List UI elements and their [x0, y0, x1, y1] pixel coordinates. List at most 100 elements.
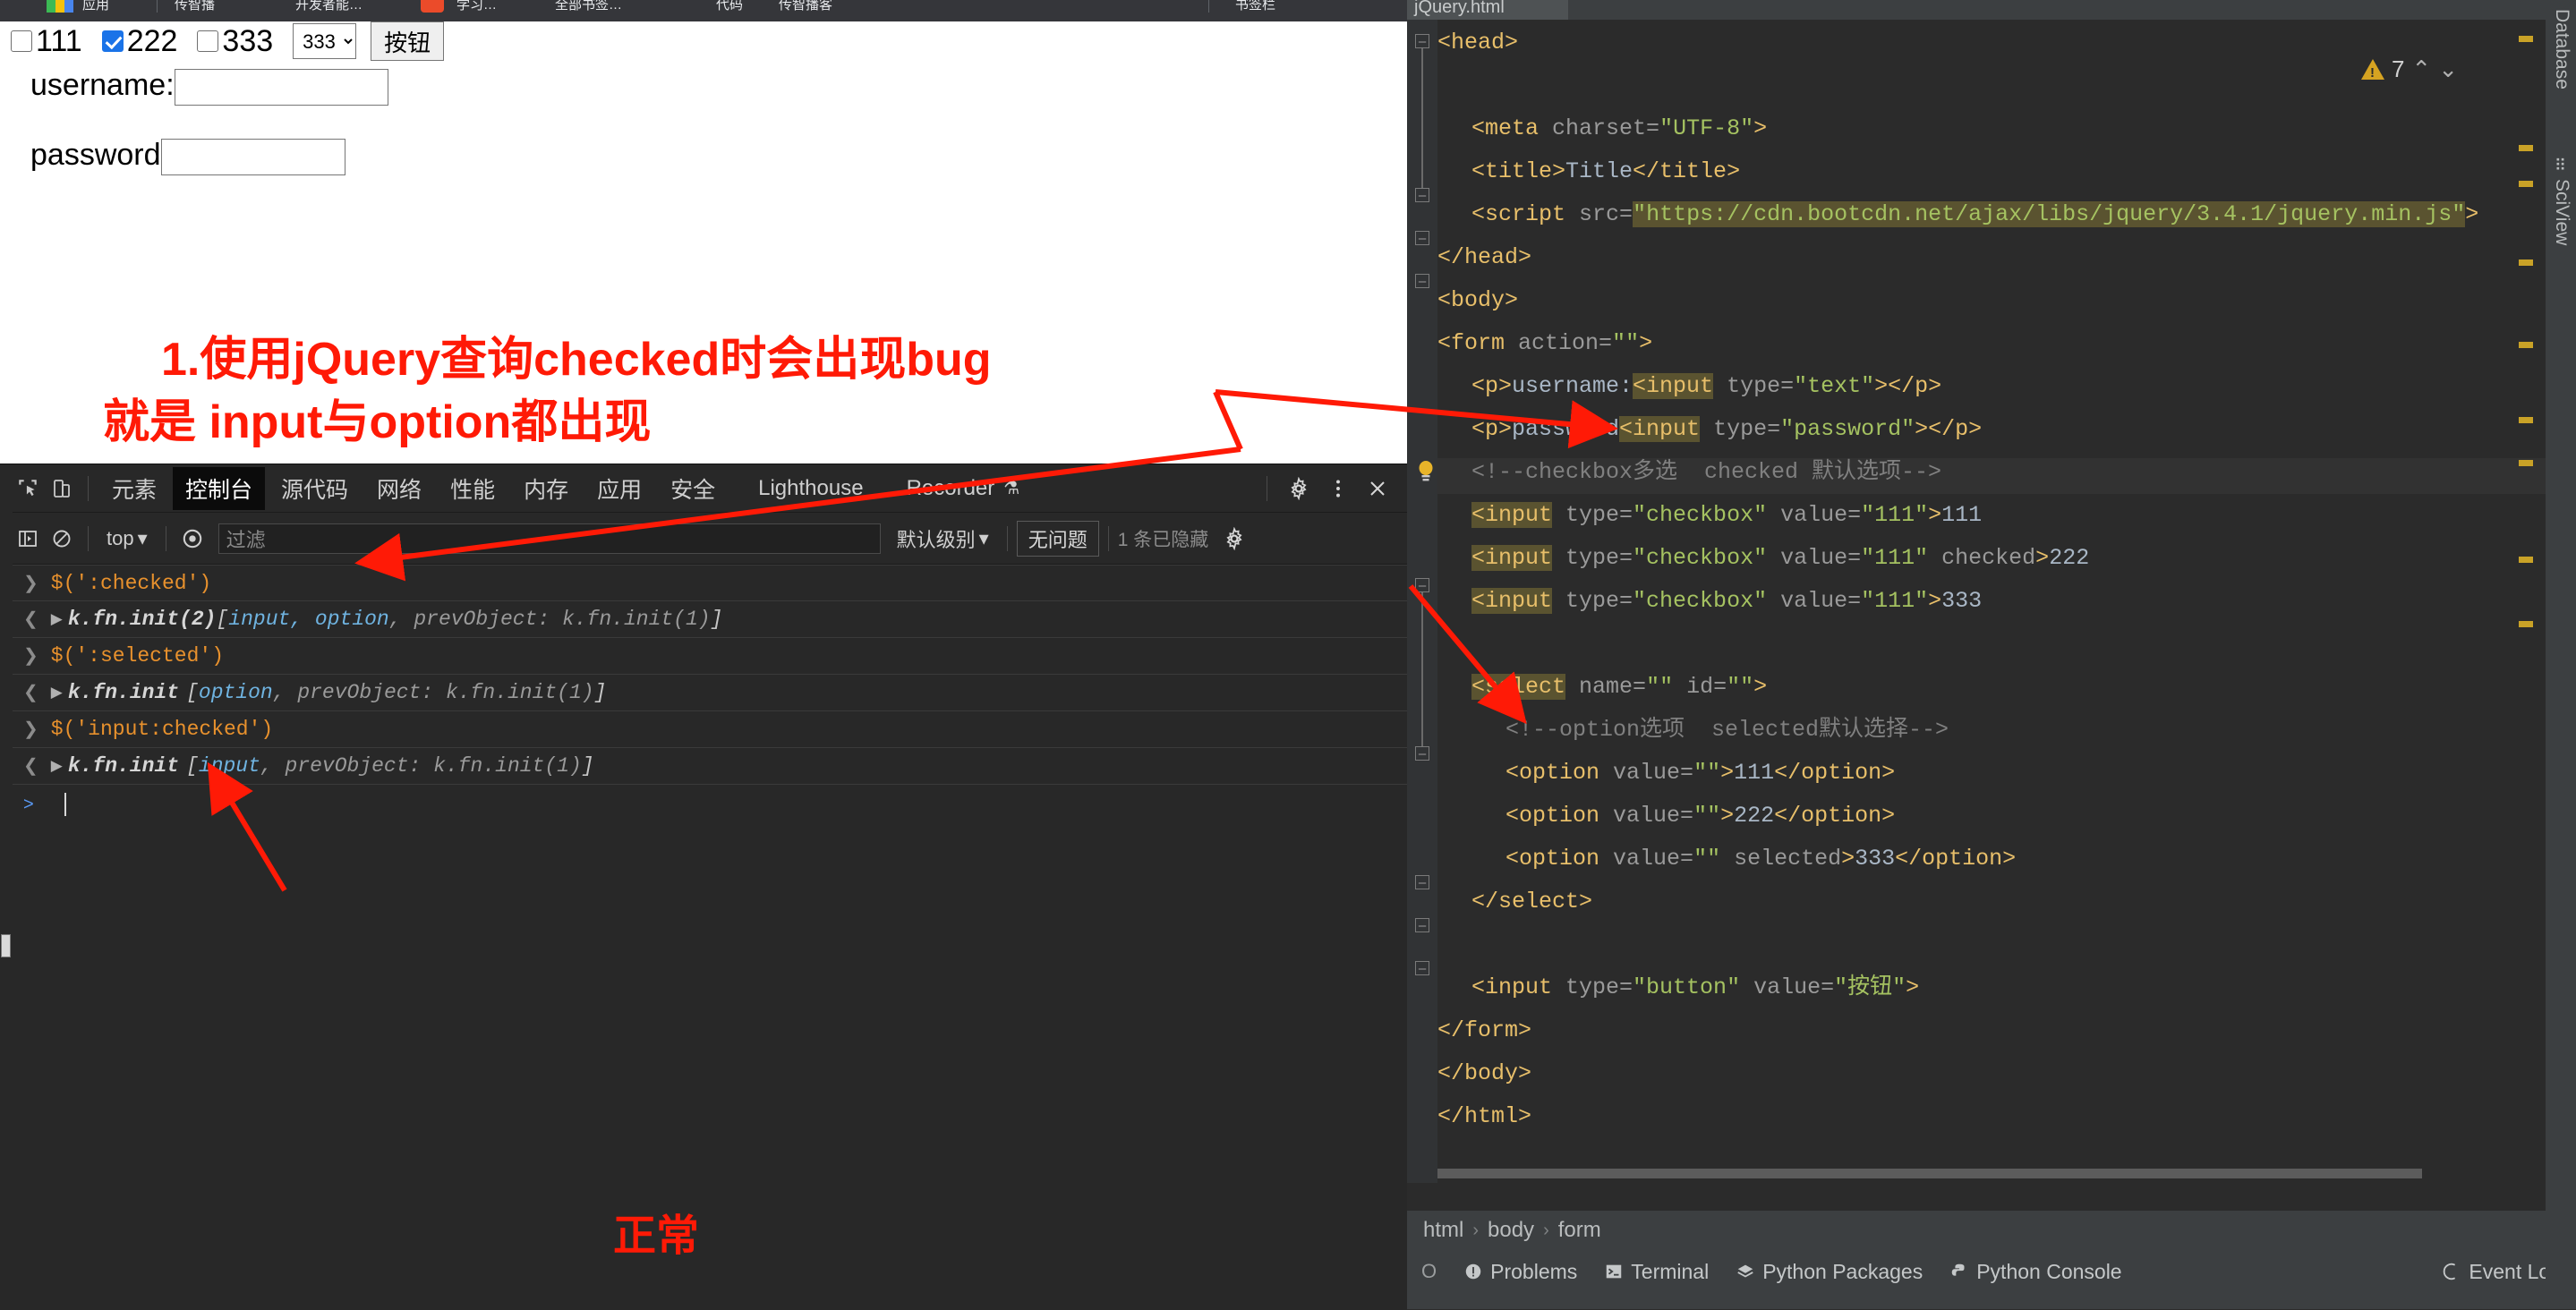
inspect-element-icon[interactable]: [11, 472, 45, 506]
result-constructor: k.fn.init: [67, 754, 180, 778]
console-result-row[interactable]: ❮ ▶ k.fn.init [ input , prevObject: k.fn…: [0, 748, 1407, 785]
tab-performance[interactable]: 性能: [438, 467, 508, 510]
no-issues-badge[interactable]: 无问题: [1016, 520, 1099, 557]
expand-triangle-icon[interactable]: ▶: [51, 684, 63, 702]
execution-context-selector[interactable]: top ▾: [107, 527, 148, 550]
annotation-normal: 正常: [613, 1212, 700, 1260]
result-arrow-icon: ❮: [23, 610, 38, 631]
checkbox-111[interactable]: [11, 30, 32, 52]
console-command-row[interactable]: ❯ $(':selected'): [0, 638, 1407, 675]
statusbar-python-console[interactable]: Python Console: [1949, 1259, 2122, 1284]
bookmark-item-6[interactable]: 传智播客: [779, 0, 832, 12]
submit-button[interactable]: 按钮: [371, 21, 445, 61]
terminal-icon: [1607, 1264, 1622, 1279]
bookmark-item-4[interactable]: 全部书签…: [555, 0, 622, 12]
console-result-row[interactable]: ❮ ▶ k.fn.init(2) [ input, option , prevO…: [0, 601, 1407, 638]
ide-file-tab-label: jQuery.html: [1414, 0, 1505, 17]
hidden-messages-count: 1 条已隐藏: [1117, 529, 1209, 550]
clear-console-icon[interactable]: [45, 522, 79, 556]
tab-application[interactable]: 应用: [584, 467, 654, 510]
browser-window: username: password 111 222 333 333 按钮 1.…: [0, 21, 1407, 1310]
live-expression-eye-icon[interactable]: [175, 522, 209, 556]
page-viewport: username: password 111 222 333 333 按钮 1.…: [11, 21, 1407, 464]
bracket-open: [: [186, 681, 199, 704]
bookmark-item-3[interactable]: 学习…: [456, 0, 497, 12]
statusbar-python-console-label: Python Console: [1976, 1259, 2122, 1283]
console-command-text: $(':selected'): [50, 644, 224, 668]
console-filter-input[interactable]: 过滤: [218, 523, 881, 554]
error-stripe-mark[interactable]: [2519, 145, 2533, 151]
structure-toggle-icon[interactable]: O: [1421, 1260, 1437, 1283]
bracket-close: ]: [581, 754, 594, 778]
breadcrumb-item-html[interactable]: html: [1423, 1218, 1463, 1243]
log-level-selector[interactable]: 默认级别 ▾: [897, 524, 989, 553]
username-label: username:: [30, 68, 175, 102]
breadcrumb-item-body[interactable]: body: [1488, 1218, 1534, 1243]
bookmark-item-2[interactable]: 开发者能…: [295, 0, 363, 12]
error-stripe-mark[interactable]: [2519, 557, 2533, 563]
tab-lighthouse[interactable]: Lighthouse: [746, 471, 875, 506]
expand-triangle-icon[interactable]: ▶: [51, 610, 63, 629]
error-stripe-mark[interactable]: [2519, 417, 2533, 423]
console-result-row[interactable]: ❮ ▶ k.fn.init [ option , prevObject: k.f…: [0, 675, 1407, 711]
ide-file-tab[interactable]: jQuery.html: [1407, 0, 1568, 20]
ide-horizontal-scrollbar[interactable]: [1437, 1163, 2546, 1183]
tab-network[interactable]: 网络: [364, 467, 434, 510]
bracket-open: [: [186, 754, 199, 778]
console-command-row[interactable]: ❯ $(':checked'): [0, 565, 1407, 601]
password-input[interactable]: [160, 138, 345, 175]
result-constructor: k.fn.init(2): [67, 608, 217, 631]
error-stripe-mark[interactable]: [2519, 342, 2533, 348]
chevron-right-icon: ❯: [23, 574, 38, 595]
bookmark-item-1[interactable]: 传智播: [175, 0, 215, 12]
bookmark-favicon: [47, 0, 73, 13]
breadcrumb-item-form[interactable]: form: [1558, 1218, 1601, 1243]
statusbar-problems[interactable]: Problems: [1463, 1260, 1577, 1284]
console-command-row[interactable]: ❯ $('input:checked'): [0, 711, 1407, 748]
ide-statusbar: O Problems Terminal Python Packages Pyth…: [1407, 1250, 2576, 1293]
more-options-icon[interactable]: [1321, 472, 1355, 506]
close-devtools-icon[interactable]: [1361, 472, 1395, 506]
checkbox-222[interactable]: [101, 30, 124, 52]
ide-error-stripe[interactable]: [1407, 20, 2535, 1183]
console-prompt[interactable]: >: [0, 785, 1407, 824]
recorder-beta-icon: ⚗: [1003, 479, 1020, 498]
tab-security[interactable]: 安全: [658, 467, 728, 510]
rail-tab-database[interactable]: Database: [2551, 9, 2572, 89]
chevron-right-icon: ❯: [23, 720, 38, 741]
error-stripe-mark[interactable]: [2519, 259, 2533, 266]
error-stripe-mark[interactable]: [2519, 621, 2533, 627]
console-settings-gear-icon[interactable]: [1217, 522, 1251, 556]
console-filter-bar: top ▾ 过滤 默认级别 ▾ 无问题 1 条已隐藏: [0, 513, 1407, 565]
expand-triangle-icon[interactable]: ▶: [51, 757, 63, 776]
settings-gear-icon[interactable]: [1282, 472, 1316, 506]
error-stripe-mark[interactable]: [2519, 460, 2533, 466]
error-stripe-mark[interactable]: [2519, 36, 2533, 42]
tab-sources[interactable]: 源代码: [269, 467, 361, 510]
username-input[interactable]: [174, 68, 388, 106]
console-sidebar-toggle-icon[interactable]: [11, 522, 45, 556]
ide-breadcrumb[interactable]: html › body › form: [1407, 1211, 2576, 1250]
device-toolbar-icon[interactable]: [45, 472, 79, 506]
ide-code-editor[interactable]: – – – – – – – – – <head> <meta charset="U…: [1407, 20, 2546, 1183]
statusbar-problems-label: Problems: [1490, 1259, 1578, 1283]
ide-hscroll-thumb[interactable]: [1437, 1169, 2422, 1178]
bookmark-item-5[interactable]: 代码: [716, 0, 743, 12]
tab-memory[interactable]: 内存: [511, 467, 581, 510]
tab-console[interactable]: 控制台: [173, 466, 266, 510]
result-constructor: k.fn.init: [67, 681, 180, 704]
rail-tab-sciview[interactable]: SciView: [2551, 179, 2572, 245]
statusbar-python-packages[interactable]: Python Packages: [1736, 1260, 1923, 1284]
password-label: password: [30, 138, 161, 172]
statusbar-terminal[interactable]: Terminal: [1604, 1260, 1709, 1284]
divider: [157, 0, 158, 13]
checkbox-333[interactable]: [197, 30, 219, 52]
option-select[interactable]: 333: [293, 23, 357, 59]
checkbox-222-label: 222: [126, 23, 178, 58]
bookmark-bar-label[interactable]: 书签栏: [1235, 0, 1275, 12]
statusbar-event-log[interactable]: Event Log: [2442, 1260, 2562, 1284]
tab-elements[interactable]: 元素: [99, 467, 169, 510]
tab-recorder[interactable]: Recorder: [894, 471, 1008, 506]
bookmark-item-0[interactable]: 应用: [82, 0, 109, 12]
error-stripe-mark[interactable]: [2519, 181, 2533, 187]
